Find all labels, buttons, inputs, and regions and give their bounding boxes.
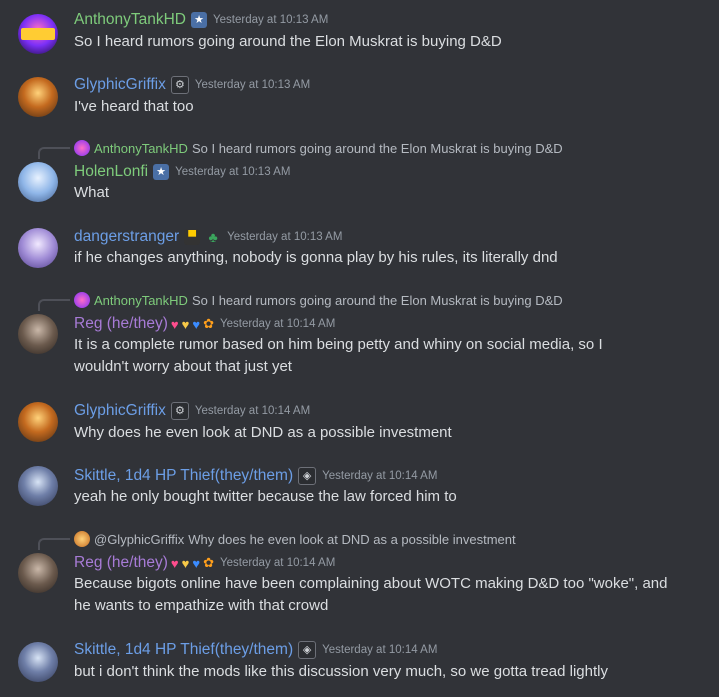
timestamp[interactable]: Yesterday at 10:13 AM (195, 79, 310, 91)
reply-text[interactable]: Why does he even look at DND as a possib… (188, 532, 515, 547)
badge-icon[interactable]: ★ (153, 164, 170, 180)
avatar[interactable] (18, 14, 58, 54)
sparkling-heart-icon[interactable]: ♥ (171, 317, 179, 332)
reply-author[interactable]: @GlyphicGriffix (94, 532, 184, 547)
reply-spine (38, 538, 70, 550)
reply-avatar (74, 140, 90, 156)
avatar[interactable] (18, 162, 58, 202)
message-line: wouldn't worry about that just yet (74, 358, 292, 375)
reply-text[interactable]: So I heard rumors going around the Elon … (192, 293, 563, 308)
message-content: but i don't think the mods like this dis… (74, 663, 608, 680)
username[interactable]: HolenLonfi (74, 163, 148, 181)
timestamp[interactable]: Yesterday at 10:14 AM (195, 405, 310, 417)
message-content: So I heard rumors going around the Elon … (74, 33, 502, 50)
username[interactable]: GlyphicGriffix (74, 76, 166, 94)
reply-preview[interactable]: @GlyphicGriffix Why does he even look at… (74, 530, 516, 548)
badge-icon[interactable]: ★ (191, 12, 208, 28)
message-content: It is a complete rumor based on him bein… (74, 334, 684, 378)
reply-preview[interactable]: AnthonyTankHD So I heard rumors going ar… (74, 291, 563, 309)
timestamp[interactable]: Yesterday at 10:14 AM (322, 470, 437, 482)
reply-spine (38, 299, 70, 311)
reply-avatar (74, 292, 90, 308)
yellow-heart-icon[interactable]: ♥ (182, 556, 190, 571)
timestamp[interactable]: Yesterday at 10:13 AM (175, 166, 290, 178)
message-content: Why does he even look at DND as a possib… (74, 424, 452, 441)
message-content: What (74, 184, 110, 201)
reply-author[interactable]: AnthonyTankHD (94, 141, 188, 156)
rainbow-badge-icon[interactable]: ✿ (203, 555, 214, 571)
username[interactable]: Reg (he/they) (74, 315, 168, 333)
avatar[interactable] (18, 314, 58, 354)
username[interactable]: AnthonyTankHD (74, 11, 186, 29)
timestamp[interactable]: Yesterday at 10:13 AM (213, 14, 328, 26)
sparkling-heart-icon[interactable]: ♥ (171, 556, 179, 571)
avatar[interactable] (18, 228, 58, 268)
message-content: if he changes anything, nobody is gonna … (74, 249, 558, 266)
timestamp[interactable]: Yesterday at 10:14 AM (220, 318, 335, 330)
role-badge-icon[interactable]: ◈ (298, 641, 317, 659)
reply-author[interactable]: AnthonyTankHD (94, 293, 188, 308)
username[interactable]: Reg (he/they) (74, 554, 168, 572)
avatar[interactable] (18, 466, 58, 506)
username[interactable]: Skittle, 1d4 HP Thief(they/them) (74, 467, 293, 485)
blue-heart-icon[interactable]: ♥ (192, 317, 200, 332)
clover-icon[interactable]: ♣ (205, 229, 221, 245)
username[interactable]: dangerstranger (74, 228, 179, 246)
username[interactable]: GlyphicGriffix (74, 402, 166, 420)
avatar[interactable] (18, 642, 58, 682)
blue-heart-icon[interactable]: ♥ (192, 556, 200, 571)
reply-avatar (74, 531, 90, 547)
message-content: Because bigots online have been complain… (74, 573, 684, 617)
timestamp[interactable]: Yesterday at 10:13 AM (227, 231, 342, 243)
avatar[interactable] (18, 77, 58, 117)
avatar[interactable] (18, 553, 58, 593)
message-line: he wants to empathize with that crowd (74, 597, 329, 614)
rainbow-badge-icon[interactable]: ✿ (203, 316, 214, 332)
timestamp[interactable]: Yesterday at 10:14 AM (220, 557, 335, 569)
message-line: Because bigots online have been complain… (74, 575, 668, 592)
role-badge-icon[interactable]: ◈ (298, 467, 317, 485)
gear-badge-icon[interactable]: ⚙ (170, 76, 189, 94)
message-content: I've heard that too (74, 98, 194, 115)
gear-badge-icon[interactable]: ⚙ (170, 402, 189, 420)
username[interactable]: Skittle, 1d4 HP Thief(they/them) (74, 641, 293, 659)
message-content: yeah he only bought twitter because the … (74, 488, 457, 505)
yellow-heart-icon[interactable]: ♥ (182, 317, 190, 332)
timestamp[interactable]: Yesterday at 10:14 AM (322, 644, 437, 656)
reply-preview[interactable]: AnthonyTankHD So I heard rumors going ar… (74, 139, 563, 157)
avatar[interactable] (18, 402, 58, 442)
reply-spine (38, 147, 70, 159)
badge-icon[interactable]: ▀ (184, 229, 201, 245)
reply-text[interactable]: So I heard rumors going around the Elon … (192, 141, 563, 156)
message-line: It is a complete rumor based on him bein… (74, 336, 603, 353)
